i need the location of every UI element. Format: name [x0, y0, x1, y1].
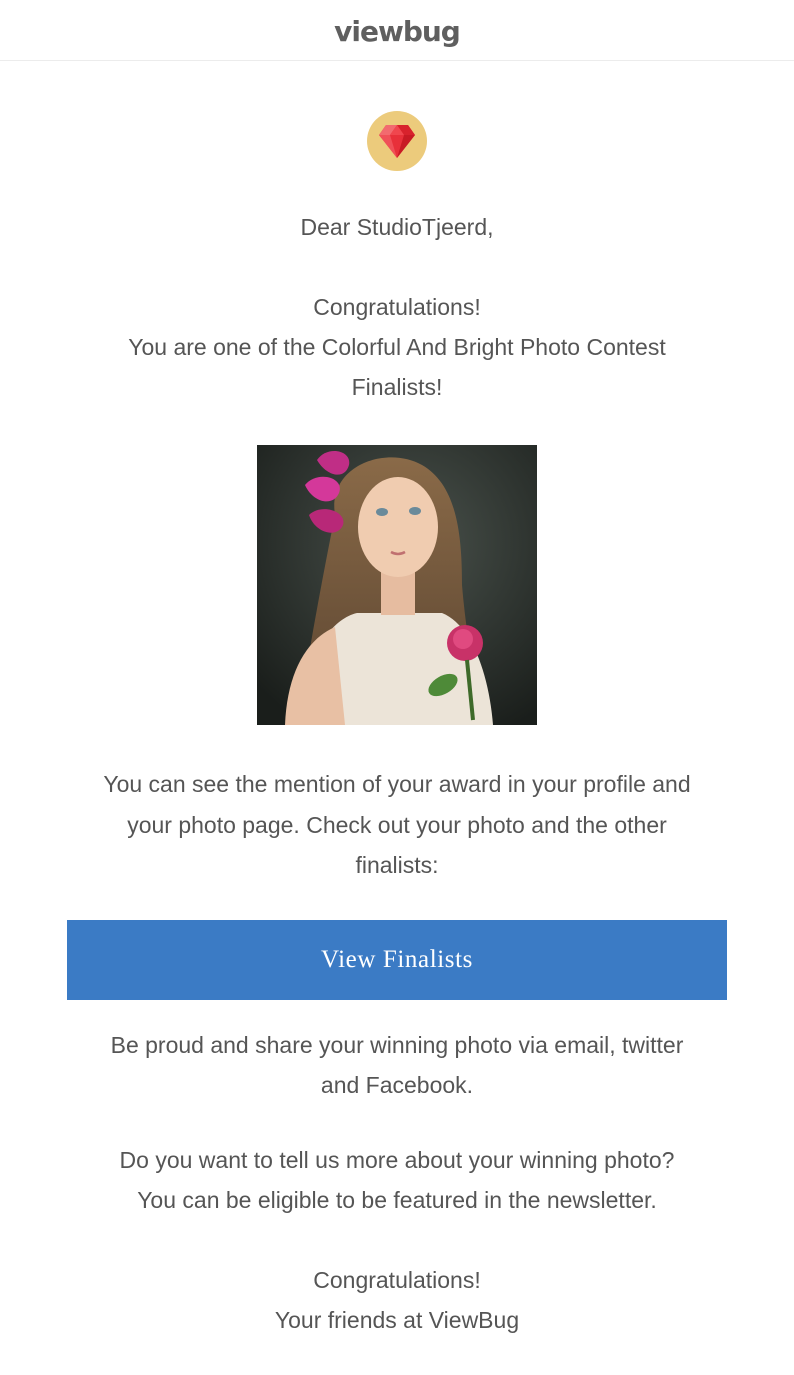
- finalist-photo-image: [257, 445, 537, 725]
- view-finalists-label: View Finalists: [320, 946, 474, 973]
- ruby-gem-icon: [379, 125, 415, 158]
- view-finalists-button[interactable]: View Finalists: [67, 920, 727, 1000]
- finalist-message: You are one of the Colorful And Bright P…: [128, 334, 666, 360]
- congrats-heading: Congratulations!: [313, 294, 481, 320]
- mention-text-line3: finalists:: [355, 852, 439, 878]
- finalist-message-end: Finalists!: [351, 374, 443, 400]
- newsletter-text-line2: You can be eligible to be featured in th…: [137, 1187, 657, 1213]
- finalist-photo[interactable]: [257, 445, 537, 725]
- mention-text-line2: your photo page. Check out your photo an…: [127, 812, 667, 838]
- email-header: viewbug: [0, 0, 794, 61]
- award-badge: [367, 111, 427, 171]
- share-text-line2: and Facebook.: [320, 1072, 474, 1098]
- signoff-friends: Your friends at ViewBug: [274, 1307, 520, 1333]
- share-text-line1: Be proud and share your winning photo vi…: [110, 1032, 684, 1058]
- signoff-congrats: Congratulations!: [313, 1267, 481, 1293]
- mention-text-line1: You can see the mention of your award in…: [103, 771, 691, 797]
- greeting: Dear StudioTjeerd,: [300, 214, 494, 240]
- viewbug-logo[interactable]: viewbug: [0, 12, 794, 52]
- newsletter-text-line1: Do you want to tell us more about your w…: [119, 1147, 675, 1173]
